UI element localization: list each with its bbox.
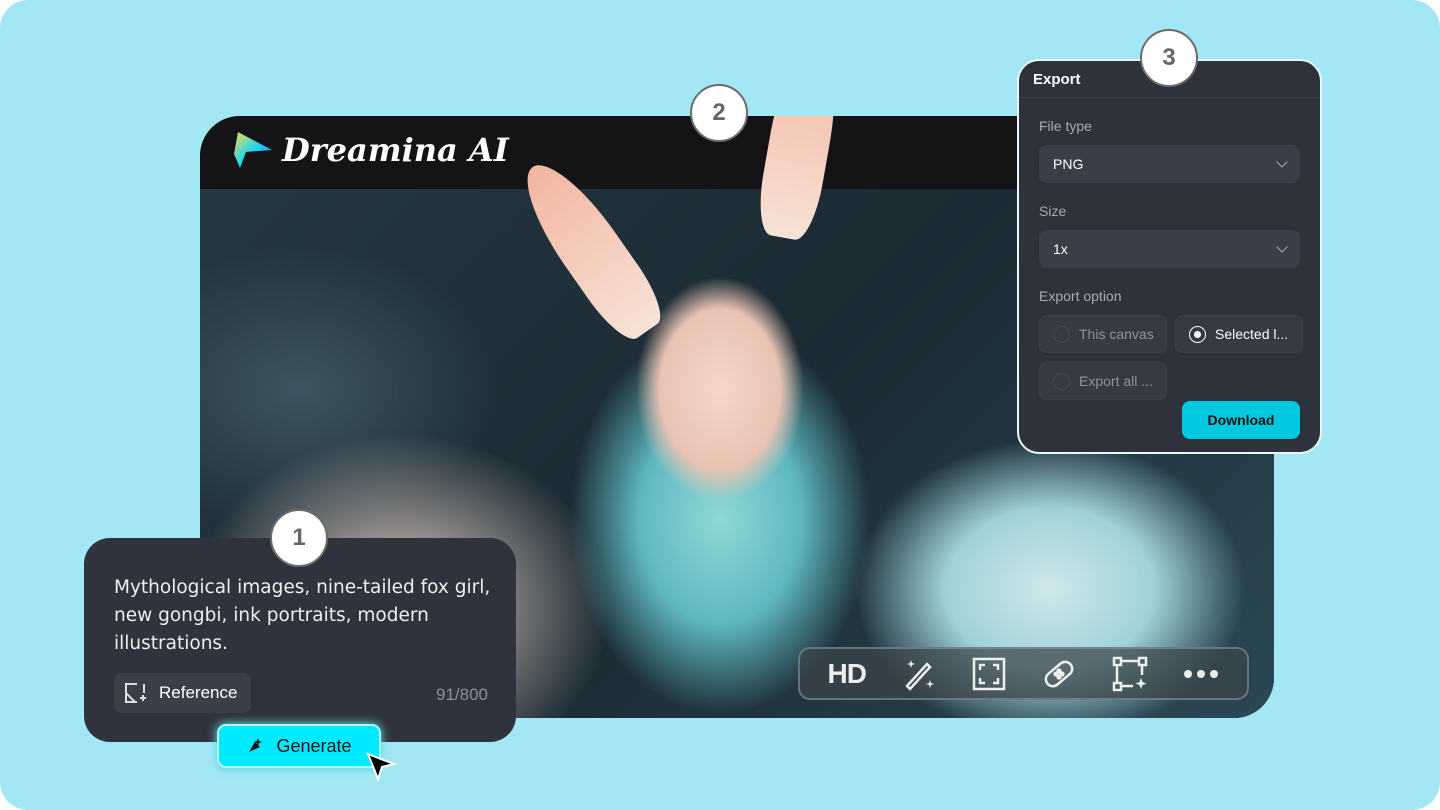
expand-icon[interactable] xyxy=(972,657,1006,691)
image-add-icon xyxy=(125,683,146,703)
magic-wand-icon[interactable] xyxy=(901,656,937,692)
download-button[interactable]: Download xyxy=(1182,401,1300,439)
transform-icon[interactable] xyxy=(1112,656,1148,692)
radio-checked-icon xyxy=(1189,325,1206,343)
page: Dreamina AI 2 3 1 Export File type PNG S… xyxy=(0,0,1440,810)
option-label: Selected l... xyxy=(1215,326,1289,342)
reference-label: Reference xyxy=(159,683,238,702)
prompt-card: Mythological images, nine-tailed fox gir… xyxy=(84,538,516,742)
char-count: 91/800 xyxy=(436,685,488,704)
file-type-label: File type xyxy=(1039,118,1092,134)
file-type-select[interactable]: PNG xyxy=(1039,145,1300,183)
generate-button[interactable]: Generate xyxy=(217,724,381,768)
chevron-down-icon xyxy=(1276,156,1288,168)
prompt-input[interactable]: Mythological images, nine-tailed fox gir… xyxy=(114,574,504,658)
option-this-canvas[interactable]: This canvas xyxy=(1039,315,1167,353)
reference-button[interactable]: Reference xyxy=(114,673,251,713)
bandage-icon[interactable] xyxy=(1041,656,1077,692)
radio-icon xyxy=(1053,372,1070,390)
sparkle-icon xyxy=(249,738,263,752)
chevron-down-icon xyxy=(1276,241,1288,253)
hd-upscale-button[interactable]: HD xyxy=(828,658,867,690)
size-label: Size xyxy=(1039,203,1067,219)
option-selected-layers[interactable]: Selected l... xyxy=(1175,315,1303,353)
option-label: This canvas xyxy=(1079,326,1154,342)
step-badge-1: 1 xyxy=(270,509,328,567)
option-label: Export all ... xyxy=(1079,373,1153,389)
export-panel: Export File type PNG Size 1x Export opti… xyxy=(1017,59,1322,454)
dreamina-logo-icon xyxy=(234,132,272,168)
generate-label: Generate xyxy=(276,735,352,756)
step-badge-3: 3 xyxy=(1140,29,1198,87)
file-type-value: PNG xyxy=(1053,156,1084,172)
image-toolbar: HD xyxy=(798,647,1249,700)
option-export-all[interactable]: Export all ... xyxy=(1039,362,1167,400)
more-icon[interactable] xyxy=(1183,669,1219,679)
radio-icon xyxy=(1053,325,1070,343)
brand-name: Dreamina AI xyxy=(282,131,509,169)
export-option-label: Export option xyxy=(1039,288,1122,304)
size-select[interactable]: 1x xyxy=(1039,230,1300,268)
cursor-icon xyxy=(366,752,398,782)
step-badge-2: 2 xyxy=(690,84,748,142)
dreamina-logo: Dreamina AI xyxy=(232,130,509,170)
size-value: 1x xyxy=(1053,241,1068,257)
